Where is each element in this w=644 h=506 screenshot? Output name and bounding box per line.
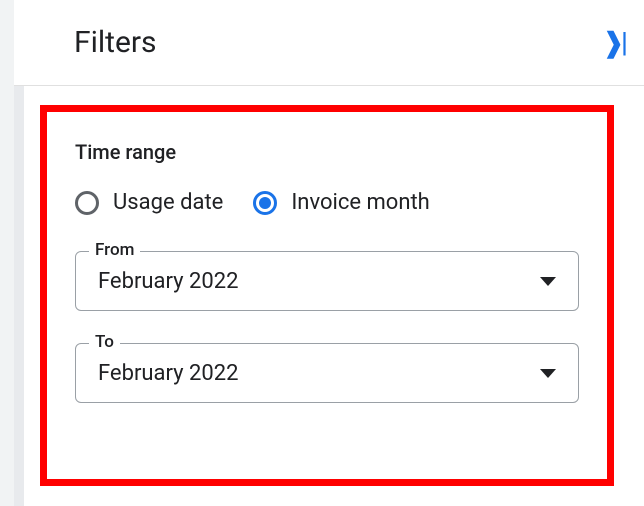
radio-icon [75, 191, 99, 215]
to-date-value: February 2022 [98, 361, 238, 386]
from-label: From [89, 240, 140, 260]
time-range-title: Time range [75, 140, 579, 164]
chevron-down-icon [540, 277, 556, 286]
time-range-section: Time range Usage date Invoice month From… [40, 105, 614, 486]
collapse-panel-icon[interactable]: ❱| [602, 26, 624, 59]
from-date-field: From February 2022 [75, 251, 579, 311]
filters-title: Filters [74, 25, 157, 60]
to-date-field: To February 2022 [75, 343, 579, 403]
radio-icon [253, 191, 277, 215]
chevron-down-icon [540, 369, 556, 378]
usage-date-label: Usage date [113, 190, 223, 215]
filters-header: Filters ❱| [14, 0, 644, 86]
to-label: To [89, 332, 120, 352]
time-range-radio-group: Usage date Invoice month [75, 190, 579, 215]
from-date-value: February 2022 [98, 269, 238, 294]
invoice-month-radio[interactable]: Invoice month [253, 190, 429, 215]
from-date-select[interactable]: February 2022 [75, 251, 579, 311]
invoice-month-label: Invoice month [291, 190, 429, 215]
to-date-select[interactable]: February 2022 [75, 343, 579, 403]
usage-date-radio[interactable]: Usage date [75, 190, 223, 215]
